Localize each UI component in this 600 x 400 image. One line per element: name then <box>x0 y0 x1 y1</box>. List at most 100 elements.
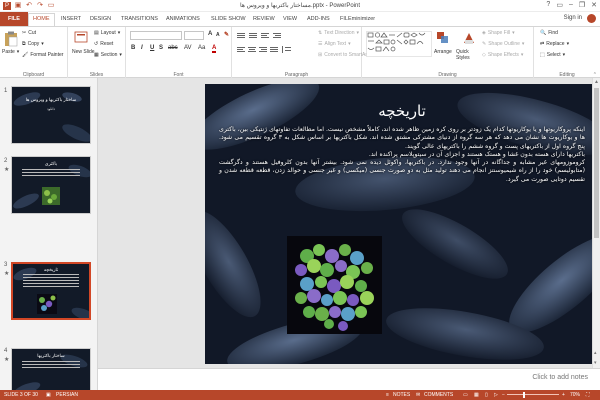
new-slide-button[interactable]: New Slide <box>72 49 95 55</box>
zoom-slider-thumb[interactable] <box>523 392 526 398</box>
copy-button[interactable]: ⧉ Copy ▾ <box>22 41 44 47</box>
shadow-button[interactable]: S <box>159 45 163 51</box>
slide-sorter-icon[interactable]: ▦ <box>474 390 479 400</box>
quick-styles-icon[interactable] <box>462 31 476 47</box>
thumbnail-text-lines <box>22 169 80 178</box>
normal-view-icon[interactable]: ▭ <box>463 390 468 400</box>
text-direction-button[interactable]: ⇅ Text Direction ▾ <box>318 30 359 36</box>
tab-animations[interactable]: ANIMATIONS <box>166 14 200 24</box>
slide-thumbnail-3[interactable]: تاریخچه <box>11 262 91 320</box>
thumbnail-title: تاریخچه <box>43 267 59 272</box>
vertical-scrollbar[interactable]: ▲ ▴ ▾ <box>592 78 600 368</box>
zoom-slider[interactable] <box>507 394 559 395</box>
slide-thumbnail-1[interactable]: ساختار باکتریها و ویروس ها دانلود <box>11 86 91 144</box>
current-slide[interactable]: تاریخچه اینکه پروکاریوتها و یا یوکاریوته… <box>205 84 599 364</box>
italic-button[interactable]: I <box>141 45 143 51</box>
help-icon[interactable]: ? <box>546 1 550 9</box>
quick-styles-button[interactable]: Quick Styles <box>456 49 480 61</box>
tab-file[interactable]: FILE <box>0 12 28 26</box>
search-icon: 🔍 <box>540 30 547 36</box>
slide-number: 3 <box>4 262 8 268</box>
next-slide-icon[interactable]: ▾ <box>594 360 597 366</box>
fit-slide-icon[interactable]: ⛶ <box>586 390 590 400</box>
cut-button[interactable]: ✂ Cut <box>22 30 36 36</box>
bold-button[interactable]: B <box>131 45 135 51</box>
slide-thumbnail-4[interactable]: ساختار باکتریها <box>11 348 91 390</box>
tab-design[interactable]: DESIGN <box>90 14 111 24</box>
new-slide-icon[interactable] <box>74 31 88 47</box>
reset-label: Reset <box>100 41 114 47</box>
shape-fill-button[interactable]: ◈ Shape Fill ▾ <box>482 30 515 36</box>
zoom-out-icon[interactable]: − <box>502 390 505 400</box>
clear-formatting-icon[interactable]: ✎ <box>224 31 229 38</box>
copy-icon: ⧉ <box>22 41 26 47</box>
font-size-select[interactable] <box>184 31 204 40</box>
zoom-level[interactable]: 70% <box>570 390 580 400</box>
layout-button[interactable]: ▤ Layout ▾ <box>94 30 120 36</box>
tab-transitions[interactable]: TRANSITIONS <box>121 14 158 24</box>
align-text-label: Align Text <box>324 41 347 47</box>
spellcheck-icon[interactable]: ▣ <box>46 390 51 400</box>
font-color-button[interactable]: A <box>212 45 217 53</box>
replace-label: Replace <box>546 41 565 47</box>
slide-body-text[interactable]: اینکه پروکاریوتها و یا یوکاریوتها کدام ی… <box>219 126 585 184</box>
bacteria-cluster-image[interactable] <box>287 236 382 334</box>
grow-font-icon[interactable]: A <box>208 31 212 37</box>
comments-button[interactable]: COMMENTS <box>424 390 453 400</box>
change-case-button[interactable]: Aa <box>198 45 205 51</box>
shrink-font-icon[interactable]: A <box>216 32 220 38</box>
arrange-icon[interactable] <box>436 31 450 47</box>
underline-button[interactable]: U <box>150 45 154 51</box>
paste-button[interactable]: Paste ▾ <box>2 49 19 55</box>
paste-icon[interactable] <box>4 31 18 47</box>
tab-home[interactable]: HOME <box>28 13 55 26</box>
reset-button[interactable]: ↺ Reset <box>94 41 113 47</box>
select-button[interactable]: ⬚ Select ▾ <box>540 52 565 58</box>
align-text-button[interactable]: ☰ Align Text ▾ <box>318 41 351 47</box>
thumbnail-text-lines <box>23 274 79 289</box>
status-bar: SLIDE 3 OF 30 ▣ PERSIAN ≡ NOTES ✉ COMMEN… <box>0 390 600 400</box>
zoom-in-icon[interactable]: + <box>562 390 565 400</box>
tab-slide-show[interactable]: SLIDE SHOW <box>211 14 246 24</box>
slide-counter: SLIDE 3 OF 30 <box>4 392 38 398</box>
language-indicator[interactable]: PERSIAN <box>56 390 78 400</box>
slide-thumbnail-2[interactable]: باکتری <box>11 156 91 214</box>
scrollbar-thumb[interactable] <box>594 88 599 238</box>
slide-title[interactable]: تاریخچه <box>205 102 599 120</box>
section-button[interactable]: ▦ Section ▾ <box>94 52 122 58</box>
previous-slide-icon[interactable]: ▴ <box>594 350 597 356</box>
close-icon[interactable]: ✕ <box>591 1 597 9</box>
ribbon-display-icon[interactable]: ▭ <box>556 1 563 9</box>
tab-add-ins[interactable]: ADD-INS <box>307 14 330 24</box>
chevron-down-icon: ▾ <box>521 41 525 47</box>
replace-button[interactable]: ⇄ Replace ▾ <box>540 41 569 47</box>
account-avatar[interactable] <box>587 14 596 23</box>
tab-view[interactable]: VIEW <box>283 14 297 24</box>
tab-fileminimizer[interactable]: FILEminimizer <box>340 14 375 24</box>
slideshow-icon[interactable]: ▷ <box>494 390 498 400</box>
find-button[interactable]: 🔍 Find <box>540 30 558 36</box>
font-name-select[interactable] <box>130 31 182 40</box>
paragraph-format-icons[interactable] <box>236 31 304 55</box>
quick-styles-label: Quick Styles <box>456 49 470 61</box>
paragraph-group: ⇅ Text Direction ▾ ☰ Align Text ▾ ⊞ Convert t… <box>232 27 373 79</box>
strikethrough-button[interactable]: abc <box>168 45 178 51</box>
effects-icon: ◇ <box>482 52 486 58</box>
shape-effects-button[interactable]: ◇ Shape Effects ▾ <box>482 52 523 58</box>
notes-button[interactable]: NOTES <box>393 390 410 400</box>
minimize-icon[interactable]: – <box>569 1 573 9</box>
reading-view-icon[interactable]: ▯ <box>485 390 488 400</box>
tab-insert[interactable]: INSERT <box>61 14 81 24</box>
notes-pane[interactable]: Click to add notes <box>98 368 600 390</box>
slide-paragraph: باکتریها دارای هسته بدون غشا و هستک هستن… <box>368 150 585 158</box>
scroll-up-icon[interactable]: ▲ <box>594 79 599 85</box>
character-spacing-button[interactable]: AV <box>184 45 192 51</box>
sign-in-link[interactable]: Sign in <box>564 15 582 21</box>
comments-icon: ✉ <box>416 392 421 398</box>
format-painter-button[interactable]: 🖌 Format Painter <box>22 52 63 58</box>
restore-icon[interactable]: ❐ <box>579 1 585 9</box>
tab-review[interactable]: REVIEW <box>253 14 275 24</box>
shape-outline-button[interactable]: ✎ Shape Outline ▾ <box>482 41 524 47</box>
shapes-gallery-icon[interactable] <box>366 31 432 57</box>
arrange-button[interactable]: Arrange <box>434 49 452 55</box>
